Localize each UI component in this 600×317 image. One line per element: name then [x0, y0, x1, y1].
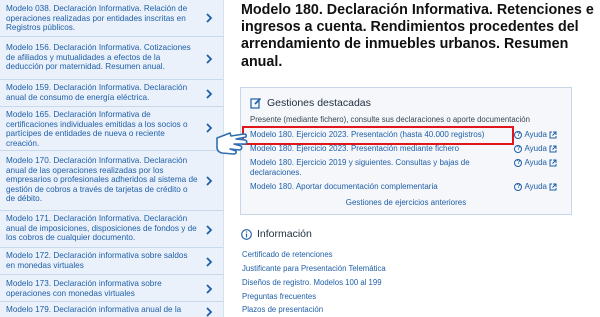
sidebar-item-modelo-156[interactable]: Modelo 156. Declaración Informativa. Cot… — [0, 38, 223, 80]
sidebar-item-modelo-159[interactable]: Modelo 159. Declaración Informativa. Dec… — [0, 81, 223, 107]
question-icon: ? — [514, 144, 523, 153]
sidebar-item-label: Modelo 173. Declaración informativa sobr… — [6, 279, 162, 298]
chevron-right-icon — [203, 306, 215, 317]
sidebar-item-label: Modelo 170. Declaración Informativa. Dec… — [6, 156, 198, 204]
sidebar-item-label: Modelo 179. Declaración informativa anua… — [6, 305, 182, 314]
help-link[interactable]: ? Ayuda — [514, 158, 557, 167]
informacion-section-header: Información — [241, 228, 312, 240]
sidebar-item-modelo-173[interactable]: Modelo 173. Declaración informativa sobr… — [0, 276, 223, 302]
gestiones-anteriores-link[interactable]: Gestiones de ejercicios anteriores — [241, 198, 571, 207]
info-link-preguntas[interactable]: Preguntas frecuentes — [242, 292, 316, 301]
informacion-heading: Información — [257, 228, 312, 240]
sidebar-item-modelo-179[interactable]: Modelo 179. Declaración informativa anua… — [0, 303, 223, 317]
external-link-icon — [549, 159, 557, 167]
hand-pointer-icon — [216, 132, 248, 155]
question-icon: ? — [514, 130, 523, 139]
help-link[interactable]: ? Ayuda — [514, 130, 557, 139]
gestion-link-consultas[interactable]: Modelo 180. Ejercicio 2019 y siguientes.… — [250, 158, 490, 177]
sidebar-item-label: Modelo 171. Declaración Informativa. Dec… — [6, 214, 197, 243]
gestiones-destacadas-panel: Gestiones destacadas Presente (mediante … — [240, 87, 572, 215]
question-icon: ? — [514, 182, 523, 191]
chevron-right-icon — [203, 256, 215, 268]
gestion-link-aportar[interactable]: Modelo 180. Aportar documentación comple… — [250, 182, 438, 192]
sidebar-item-modelo-038[interactable]: Modelo 038. Declaración Informativa. Rel… — [0, 0, 223, 37]
chevron-right-icon — [203, 88, 215, 100]
gestion-link-fichero[interactable]: Modelo 180. Ejercicio 2023. Presentación… — [250, 144, 459, 154]
highlight-box — [242, 126, 514, 145]
external-link-icon — [549, 145, 557, 153]
question-icon: ? — [514, 158, 523, 167]
chevron-right-icon — [203, 12, 215, 24]
info-link-certificado[interactable]: Certificado de retenciones — [242, 250, 333, 259]
info-link-plazos[interactable]: Plazos de presentación — [242, 305, 323, 314]
gestiones-heading: Gestiones destacadas — [267, 97, 371, 109]
sidebar-item-modelo-171[interactable]: Modelo 171. Declaración Informativa. Dec… — [0, 212, 223, 248]
sidebar-item-modelo-165[interactable]: Modelo 165. Declaración Informativa de c… — [0, 108, 223, 151]
external-link-icon — [549, 183, 557, 191]
sidebar-item-label: Modelo 159. Declaración Informativa. Dec… — [6, 83, 188, 102]
sidebar: Modelo 038. Declaración Informativa. Rel… — [0, 0, 224, 317]
info-link-disenos[interactable]: Diseños de registro. Modelos 100 al 199 — [242, 278, 382, 287]
chevron-right-icon — [203, 224, 215, 236]
sidebar-item-modelo-170[interactable]: Modelo 170. Declaración Informativa. Dec… — [0, 152, 223, 211]
gestion-row: Modelo 180. Aportar documentación comple… — [250, 182, 557, 194]
sidebar-item-label: Modelo 156. Declaración Informativa. Cot… — [6, 43, 191, 72]
gestiones-subtitle: Presente (mediante fichero), consulte su… — [250, 115, 530, 124]
edit-icon — [250, 97, 262, 109]
info-icon — [241, 228, 252, 240]
gestion-row: Modelo 180. Ejercicio 2019 y siguientes.… — [250, 158, 557, 178]
sidebar-item-modelo-172[interactable]: Modelo 172. Declaración informativa sobr… — [0, 249, 223, 275]
info-link-justificante[interactable]: Justificante para Presentación Telemátic… — [242, 264, 386, 273]
page-title: Modelo 180. Declaración Informativa. Ret… — [241, 2, 594, 70]
chevron-right-icon — [203, 53, 215, 65]
chevron-right-icon — [203, 175, 215, 187]
help-link[interactable]: ? Ayuda — [514, 182, 557, 191]
gestion-row: Modelo 180. Ejercicio 2023. Presentación… — [250, 144, 557, 156]
external-link-icon — [549, 131, 557, 139]
sidebar-item-label: Modelo 038. Declaración Informativa. Rel… — [6, 4, 188, 33]
help-link[interactable]: ? Ayuda — [514, 144, 557, 153]
sidebar-item-label: Modelo 165. Declaración Informativa de c… — [6, 110, 188, 148]
sidebar-item-label: Modelo 172. Declaración informativa sobr… — [6, 251, 188, 270]
chevron-right-icon — [203, 283, 215, 295]
